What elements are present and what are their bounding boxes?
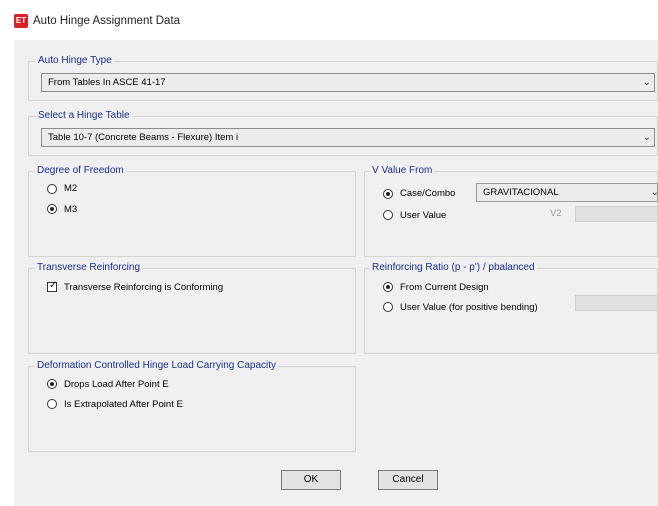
case-combo-value: GRAVITACIONAL (483, 187, 559, 198)
transverse-conforming-label: Transverse Reinforcing is Conforming (64, 282, 224, 293)
reinforcing-ratio-title: Reinforcing Ratio (p - p') / pbalanced (370, 262, 537, 274)
auto-hinge-type-value: From Tables In ASCE 41-17 (48, 77, 166, 88)
from-current-design-radio[interactable] (383, 282, 393, 292)
dof-m2-radio[interactable] (47, 184, 57, 194)
v2-value-field[interactable] (575, 206, 658, 222)
ratio-user-value-field[interactable] (575, 295, 658, 311)
v-user-value-radio[interactable] (383, 210, 393, 220)
ratio-user-value-label: User Value (for positive bending) (400, 302, 538, 313)
transverse-reinforcing-title: Transverse Reinforcing (35, 262, 143, 274)
chevron-down-icon: ⌄ (650, 187, 658, 198)
cancel-button[interactable]: Cancel (378, 470, 438, 490)
from-current-design-label: From Current Design (400, 282, 489, 293)
ratio-user-value-radio[interactable] (383, 302, 393, 312)
auto-hinge-type-title: Auto Hinge Type (36, 55, 114, 67)
deformation-controlled-title: Deformation Controlled Hinge Load Carryi… (35, 360, 279, 372)
auto-hinge-type-dropdown[interactable]: From Tables In ASCE 41-17 ⌄ (41, 73, 655, 92)
extrapolated-radio[interactable] (47, 399, 57, 409)
drops-load-radio[interactable] (47, 379, 57, 389)
hinge-table-value: Table 10-7 (Concrete Beams - Flexure) It… (48, 132, 239, 143)
v2-label: V2 (550, 208, 562, 219)
hinge-table-title: Select a Hinge Table (36, 110, 132, 122)
drops-load-label: Drops Load After Point E (64, 379, 169, 390)
chevron-down-icon: ⌄ (642, 132, 651, 143)
transverse-conforming-checkbox[interactable]: ✓ (47, 280, 58, 292)
extrapolated-label: Is Extrapolated After Point E (64, 399, 183, 410)
case-combo-dropdown[interactable]: GRAVITACIONAL ⌄ (476, 183, 658, 202)
dof-m2-label: M2 (64, 183, 78, 194)
hinge-table-dropdown[interactable]: Table 10-7 (Concrete Beams - Flexure) It… (41, 128, 655, 147)
title-bar: ET Auto Hinge Assignment Data (0, 0, 658, 40)
ok-button[interactable]: OK (281, 470, 341, 490)
etabs-app-icon: ET (14, 14, 28, 28)
case-combo-radio[interactable] (383, 189, 393, 199)
dof-m3-label: M3 (64, 204, 78, 215)
window-title: Auto Hinge Assignment Data (33, 15, 181, 27)
checkmark-icon: ✓ (49, 280, 58, 291)
chevron-down-icon: ⌄ (642, 77, 651, 88)
v-user-value-label: User Value (400, 210, 447, 221)
transverse-reinforcing-group (28, 268, 356, 354)
dof-m3-radio[interactable] (47, 204, 57, 214)
case-combo-label: Case/Combo (400, 188, 456, 199)
degree-of-freedom-title: Degree of Freedom (35, 165, 126, 177)
v-value-from-title: V Value From (370, 165, 435, 177)
